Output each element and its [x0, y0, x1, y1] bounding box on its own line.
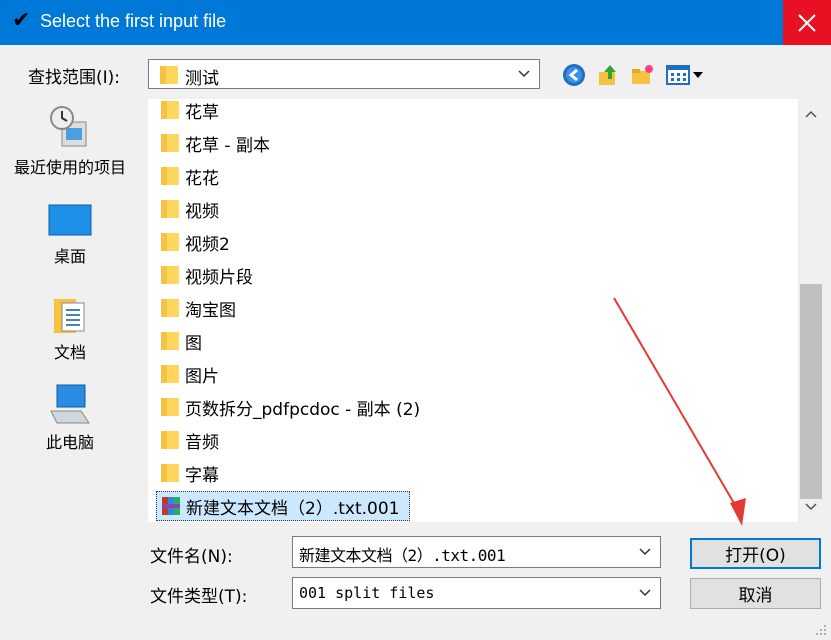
folder-icon [161, 134, 179, 152]
view-menu-icon [666, 65, 703, 85]
checkmark-icon: ✔ [12, 8, 31, 33]
list-item[interactable]: 字幕 [160, 459, 219, 487]
folder-icon [161, 101, 179, 119]
list-item[interactable]: 图 [160, 327, 202, 355]
look-in-dropdown[interactable]: 测试 [148, 59, 540, 89]
file-list[interactable]: 花草 花草 - 副本 花花 视频 视频2 视频片段 淘宝图 图 图片 页数拆分_… [148, 99, 798, 522]
place-label: 此电脑 [45, 433, 94, 452]
this-pc-icon [50, 384, 90, 424]
chevron-up-icon [805, 110, 817, 118]
title-bar: ✔ Select the first input file [0, 0, 831, 45]
list-item[interactable]: 视频2 [160, 228, 230, 256]
back-arrow-icon [563, 64, 585, 86]
new-folder-icon [632, 65, 653, 84]
folder-icon [161, 332, 179, 350]
list-item[interactable]: 页数拆分_pdfpcdoc - 副本 (2) [160, 393, 420, 421]
open-button[interactable]: 打开(O) [690, 538, 821, 569]
new-folder-button[interactable] [629, 62, 655, 88]
list-item[interactable]: 视频片段 [160, 261, 253, 289]
documents-icon [54, 299, 85, 333]
folder-icon [161, 464, 179, 482]
list-item[interactable]: 花草 [160, 99, 219, 124]
place-documents[interactable]: 文档 [0, 293, 140, 363]
file-name-value: 新建文本文档（2）.txt.001 [299, 546, 506, 565]
chevron-down-icon [639, 589, 651, 597]
chevron-down-icon [805, 503, 817, 511]
back-button[interactable] [561, 62, 587, 88]
scroll-thumb[interactable] [800, 284, 822, 499]
file-type-dropdown[interactable]: 001 split files [292, 577, 661, 609]
chevron-down-icon [518, 70, 530, 78]
folder-icon [161, 299, 179, 317]
up-folder-button[interactable] [595, 62, 621, 88]
place-label: 最近使用的项目 [13, 158, 126, 177]
list-item-selected[interactable]: 新建文本文档（2）.txt.001 [156, 491, 411, 521]
window-title: Select the first input file [40, 11, 227, 31]
file-type-label: 文件类型(T): [150, 587, 248, 607]
close-icon [798, 13, 816, 32]
vertical-scrollbar[interactable] [798, 99, 824, 522]
desktop-icon [48, 204, 92, 236]
up-folder-icon [599, 65, 616, 85]
cancel-button[interactable]: 取消 [690, 578, 821, 609]
place-label: 文档 [53, 343, 86, 362]
resize-grip-icon[interactable] [815, 624, 827, 636]
folder-icon [161, 365, 179, 383]
folder-icon [160, 66, 178, 84]
folder-icon [161, 266, 179, 284]
scroll-up-button[interactable] [798, 99, 824, 129]
file-name-field[interactable]: 新建文本文档（2）.txt.001 [292, 536, 661, 568]
list-item[interactable]: 音频 [160, 426, 219, 454]
folder-icon [161, 431, 179, 449]
list-item[interactable]: 视频 [160, 195, 219, 223]
places-bar: 最近使用的项目 桌面 文档 此电脑 [0, 100, 140, 530]
file-type-value: 001 split files [299, 584, 435, 602]
list-item[interactable]: 淘宝图 [160, 294, 236, 322]
archive-file-icon [162, 497, 180, 515]
recent-items-icon [50, 106, 87, 147]
list-item[interactable]: 图片 [160, 360, 219, 388]
view-menu-button[interactable] [665, 62, 707, 88]
folder-icon [161, 200, 179, 218]
list-item[interactable]: 花花 [160, 162, 219, 190]
close-button[interactable] [783, 0, 831, 45]
place-recent-items[interactable]: 最近使用的项目 [0, 104, 140, 178]
place-desktop[interactable]: 桌面 [0, 203, 140, 267]
file-name-label: 文件名(N): [150, 547, 233, 567]
chevron-down-icon[interactable] [638, 546, 652, 558]
list-item[interactable]: 花草 - 副本 [160, 129, 270, 157]
folder-icon [161, 167, 179, 185]
folder-icon [161, 233, 179, 251]
place-this-pc[interactable]: 此电脑 [0, 383, 140, 453]
place-label: 桌面 [53, 247, 86, 266]
look-in-value: 测试 [185, 69, 219, 89]
folder-icon [161, 398, 179, 416]
look-in-label: 查找范围(I): [28, 68, 121, 88]
scroll-down-button[interactable] [798, 492, 824, 522]
